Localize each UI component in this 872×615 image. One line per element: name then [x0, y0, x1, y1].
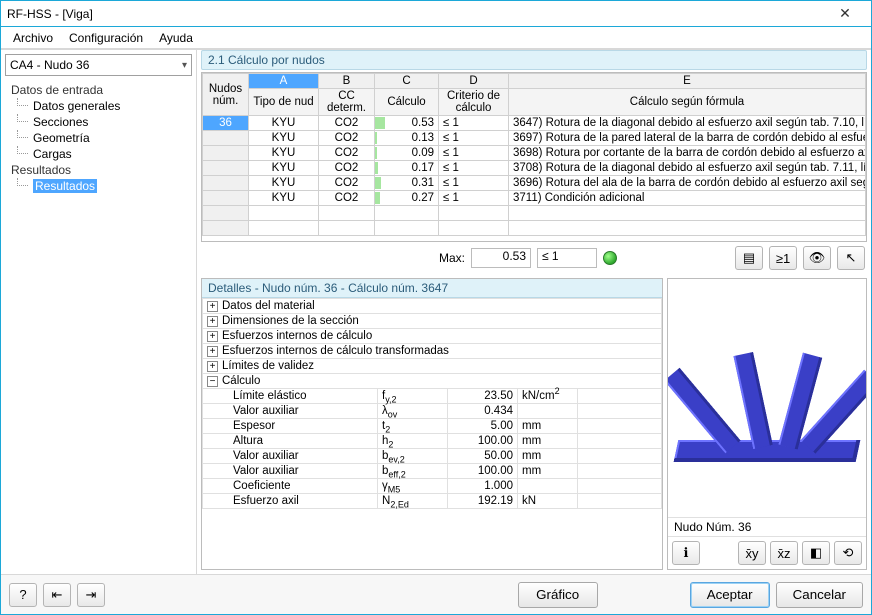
detail-row: Espesort25.00mm: [203, 419, 662, 434]
expander-icon[interactable]: +: [207, 301, 218, 312]
detail-row: Esfuerzo axilN2,Ed192.19kN: [203, 494, 662, 509]
info-button[interactable]: ℹ: [672, 541, 700, 565]
view-button[interactable]: 👁: [803, 246, 831, 270]
tree-sections[interactable]: Secciones: [5, 114, 192, 130]
sidebar: CA4 - Nudo 36 ▾ Datos de entrada Datos g…: [1, 50, 197, 574]
table-row[interactable]: KYUCO20.09≤ 13698) Rotura por cortante d…: [203, 146, 866, 161]
max-label: Max:: [439, 251, 465, 265]
close-icon[interactable]: ✕: [825, 5, 865, 22]
window-title: RF-HSS - [Viga]: [7, 7, 825, 21]
results-grid[interactable]: Nudosnúm. A B C D E Tipo de nud CCdeterm…: [201, 72, 867, 242]
ok-button[interactable]: Aceptar: [690, 582, 770, 608]
menubar: Archivo Configuración Ayuda: [1, 27, 871, 49]
expander-icon[interactable]: +: [207, 331, 218, 342]
detail-group[interactable]: +Esfuerzos internos de cálculo: [203, 329, 662, 344]
case-combo-value: CA4 - Nudo 36: [10, 58, 89, 72]
table-row[interactable]: KYUCO20.31≤ 13696) Rotura del ala de la …: [203, 176, 866, 191]
case-combo[interactable]: CA4 - Nudo 36 ▾: [5, 54, 192, 76]
col-d[interactable]: D: [439, 74, 509, 89]
table-row[interactable]: KYUCO20.17≤ 13708) Rotura de la diagonal…: [203, 161, 866, 176]
col-c[interactable]: C: [375, 74, 439, 89]
detail-row: Valor auxiliarλov0.434: [203, 404, 662, 419]
detail-row: Alturah2100.00mm: [203, 434, 662, 449]
filter-button[interactable]: ▤: [735, 246, 763, 270]
graph-button[interactable]: Gráfico: [518, 582, 598, 608]
view-iso-button[interactable]: ◧: [802, 541, 830, 565]
detail-group[interactable]: −Cálculo: [203, 374, 662, 389]
detail-group[interactable]: +Datos del material: [203, 299, 662, 314]
max-row: Max: 0.53 ≤ 1 ▤ ≥1 👁 ↖: [201, 242, 867, 274]
detail-row: Valor auxiliarbeff,2100.00mm: [203, 464, 662, 479]
table-row[interactable]: 36KYUCO20.53≤ 13647) Rotura de la diagon…: [203, 116, 866, 131]
titlebar: RF-HSS - [Viga] ✕: [1, 1, 871, 27]
help-button[interactable]: ?: [9, 583, 37, 607]
chevron-down-icon: ▾: [182, 60, 187, 71]
nav-tree: Datos de entrada Datos generales Seccion…: [5, 80, 192, 570]
menu-file[interactable]: Archivo: [5, 29, 61, 47]
detail-row: Valor auxiliarbev,250.00mm: [203, 449, 662, 464]
detail-row: Límite elásticofy,223.50kN/cm2: [203, 389, 662, 404]
detail-row: CoeficienteγM51.000: [203, 479, 662, 494]
table-row[interactable]: KYUCO20.27≤ 13711) Condición adicional: [203, 191, 866, 206]
tree-geometry[interactable]: Geometría: [5, 130, 192, 146]
detail-group[interactable]: +Esfuerzos internos de cálculo transform…: [203, 344, 662, 359]
expander-icon[interactable]: +: [207, 346, 218, 357]
tree-input[interactable]: Datos de entrada: [5, 82, 192, 98]
cancel-button[interactable]: Cancelar: [776, 582, 863, 608]
view-rotate-button[interactable]: ⟲: [834, 541, 862, 565]
tree-general[interactable]: Datos generales: [5, 98, 192, 114]
view-xy-button[interactable]: x̄y: [738, 541, 766, 565]
tree-loads[interactable]: Cargas: [5, 146, 192, 162]
menu-config[interactable]: Configuración: [61, 29, 151, 47]
detail-group[interactable]: +Límites de validez: [203, 359, 662, 374]
footer: ? ⇤ ⇥ Gráfico Aceptar Cancelar: [1, 574, 871, 614]
tree-results-child[interactable]: Resultados: [5, 178, 192, 194]
status-led-icon: [603, 251, 617, 265]
details-title: Detalles - Nudo núm. 36 - Cálculo núm. 3…: [202, 279, 662, 298]
viewer-label: Nudo Núm. 36: [668, 517, 866, 536]
brace-icon: [733, 352, 772, 449]
col-e[interactable]: E: [509, 74, 866, 89]
viewer-3d[interactable]: Nudo Núm. 36 ℹ x̄y x̄z ◧ ⟲: [667, 278, 867, 570]
col-a[interactable]: A: [249, 74, 319, 89]
section-title: 2.1 Cálculo por nudos: [201, 50, 867, 70]
col-b[interactable]: B: [319, 74, 375, 89]
expander-icon[interactable]: −: [207, 376, 218, 387]
menu-help[interactable]: Ayuda: [151, 29, 201, 47]
detail-group[interactable]: +Dimensiones de la sección: [203, 314, 662, 329]
next-button[interactable]: ⇥: [77, 583, 105, 607]
view-xz-button[interactable]: x̄z: [770, 541, 798, 565]
table-row[interactable]: KYUCO20.13≤ 13697) Rotura de la pared la…: [203, 131, 866, 146]
prev-button[interactable]: ⇤: [43, 583, 71, 607]
expander-icon[interactable]: +: [207, 316, 218, 327]
max-value: 0.53: [471, 248, 531, 268]
details-panel: Detalles - Nudo núm. 36 - Cálculo núm. 3…: [201, 278, 663, 570]
max-crit: ≤ 1: [537, 248, 597, 268]
expander-icon[interactable]: +: [207, 361, 218, 372]
greater-one-button[interactable]: ≥1: [769, 246, 797, 270]
tree-results[interactable]: Resultados: [5, 162, 192, 178]
pick-button[interactable]: ↖: [837, 246, 865, 270]
